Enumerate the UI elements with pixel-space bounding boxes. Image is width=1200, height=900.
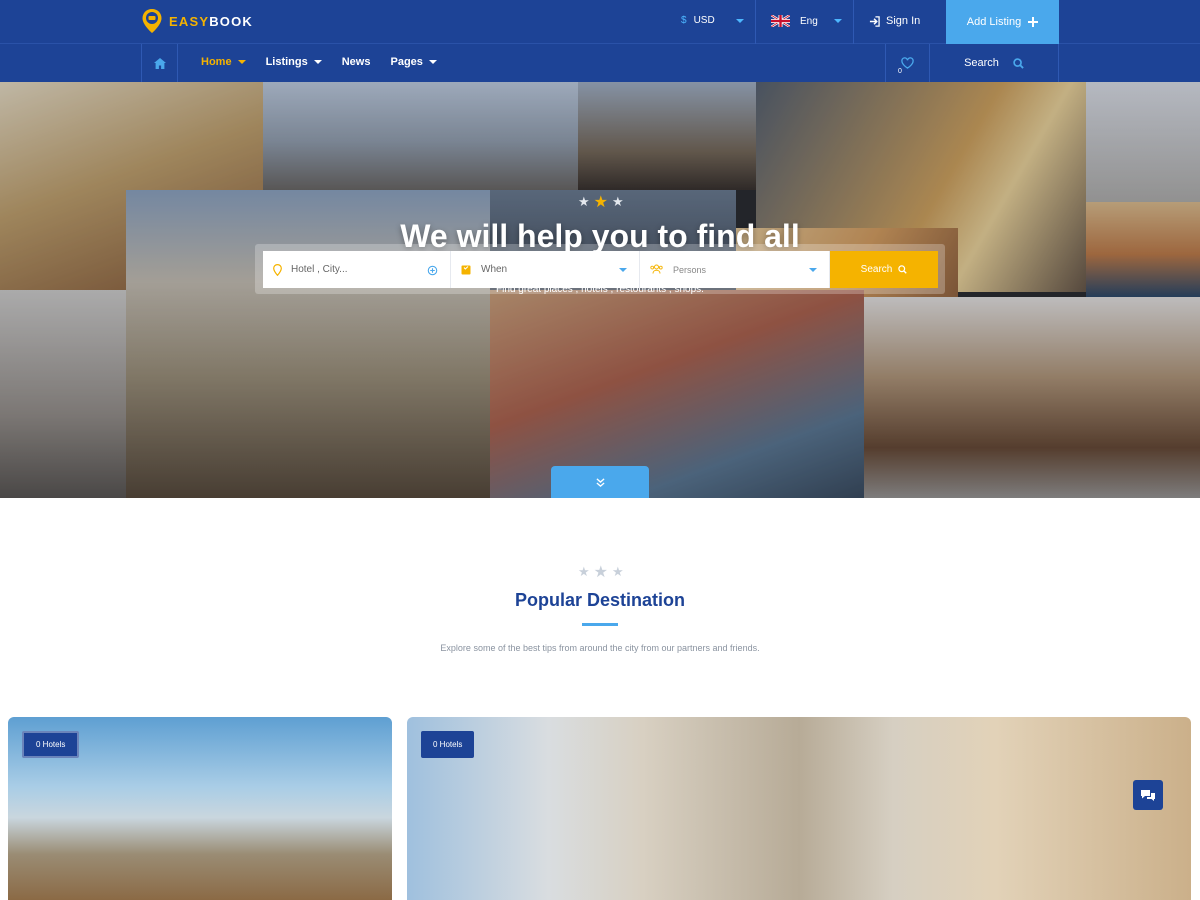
nav-item-listings[interactable]: Listings [266, 56, 322, 68]
chevron-down-icon [735, 18, 744, 23]
nav-item-home[interactable]: Home [201, 56, 246, 68]
sign-in-icon [869, 15, 880, 27]
nav-item-label: Pages [390, 56, 423, 68]
nav-item-news[interactable]: News [342, 56, 371, 68]
logo-text: EASYBOOK [169, 14, 253, 29]
calendar-icon [461, 265, 471, 275]
star-icon: ★ [593, 564, 608, 581]
nav-item-label: Home [201, 56, 232, 68]
star-icon: ★ [578, 564, 590, 579]
persons-placeholder: Persons [673, 264, 707, 275]
home-button[interactable] [141, 44, 178, 82]
logo[interactable]: EASYBOOK [141, 8, 253, 34]
logo-suffix: BOOK [209, 13, 254, 29]
sign-in-button[interactable]: Sign In [869, 15, 920, 27]
double-chevron-down-icon [595, 477, 605, 487]
star-icon: ★ [578, 194, 590, 209]
currency-symbol: $ [681, 15, 687, 26]
logo-pin-icon [141, 8, 163, 34]
header-search-button[interactable]: Search [930, 44, 1059, 82]
star-icon: ★ [612, 194, 624, 209]
section-stars: ★ ★ ★ [578, 565, 624, 581]
hotels-count-badge: 0 Hotels [421, 731, 475, 758]
chat-button[interactable] [1133, 780, 1163, 810]
section-title: Popular Destination [514, 590, 685, 610]
language-label: Eng [800, 15, 818, 27]
chat-icon [1141, 789, 1155, 801]
chevron-down-icon [809, 268, 817, 272]
location-placeholder: Hotel , City... [291, 264, 348, 275]
plus-icon [1028, 17, 1039, 27]
home-icon [153, 57, 166, 69]
hero-stars: ★ ★ ★ [578, 195, 624, 211]
search-icon [1013, 57, 1024, 69]
add-listing-button[interactable]: Add Listing [946, 0, 1059, 44]
destination-card[interactable]: 0 Hotels [407, 717, 1191, 900]
star-icon: ★ [612, 564, 624, 579]
top-bar: EASYBOOK $ USD Eng Sign In Add Listing [0, 0, 1200, 44]
chevron-down-icon [313, 60, 322, 64]
heart-icon [901, 57, 914, 69]
hotels-count-badge: 0 Hotels [22, 731, 80, 758]
destination-card[interactable]: 0 Hotels [8, 717, 392, 900]
nav-item-pages[interactable]: Pages [390, 56, 437, 68]
chevron-down-icon [619, 268, 627, 272]
section-subtitle: Explore some of the best tips from aroun… [440, 643, 760, 653]
users-icon [650, 264, 663, 274]
date-field[interactable]: When [451, 251, 640, 288]
scroll-down-button[interactable] [551, 466, 649, 498]
currency-label: USD [693, 15, 715, 26]
search-button-label: Search [860, 264, 893, 275]
chevron-down-icon [833, 19, 842, 23]
search-form: Hotel , City... When Persons Search [263, 251, 938, 288]
header-search-label: Search [964, 57, 999, 69]
search-button[interactable]: Search [830, 251, 938, 288]
divider [853, 0, 854, 44]
currency-selector[interactable]: $ USD [681, 15, 744, 26]
chevron-down-icon [237, 60, 246, 64]
nav-item-label: News [341, 56, 371, 68]
date-placeholder: When [481, 264, 508, 275]
sign-in-label: Sign In [886, 15, 921, 27]
locate-icon[interactable] [427, 265, 438, 276]
language-selector[interactable]: Eng [771, 15, 842, 27]
section-divider [582, 623, 618, 626]
nav-menu: Home Listings News Pages [201, 56, 437, 68]
favorites-count: 0 [898, 68, 902, 75]
chevron-down-icon [428, 60, 437, 64]
logo-prefix: EASY [169, 13, 210, 29]
nav-item-label: Listings [265, 56, 308, 68]
add-listing-label: Add Listing [966, 16, 1022, 28]
search-icon [898, 265, 908, 274]
location-field[interactable]: Hotel , City... [263, 251, 451, 288]
divider [755, 0, 756, 44]
persons-field[interactable]: Persons [640, 251, 830, 288]
main-nav: Home Listings News Pages 0 Search [0, 44, 1200, 82]
favorites-button[interactable]: 0 [885, 44, 930, 82]
map-pin-icon [273, 264, 282, 276]
uk-flag-icon [771, 15, 790, 27]
star-icon: ★ [593, 194, 608, 211]
